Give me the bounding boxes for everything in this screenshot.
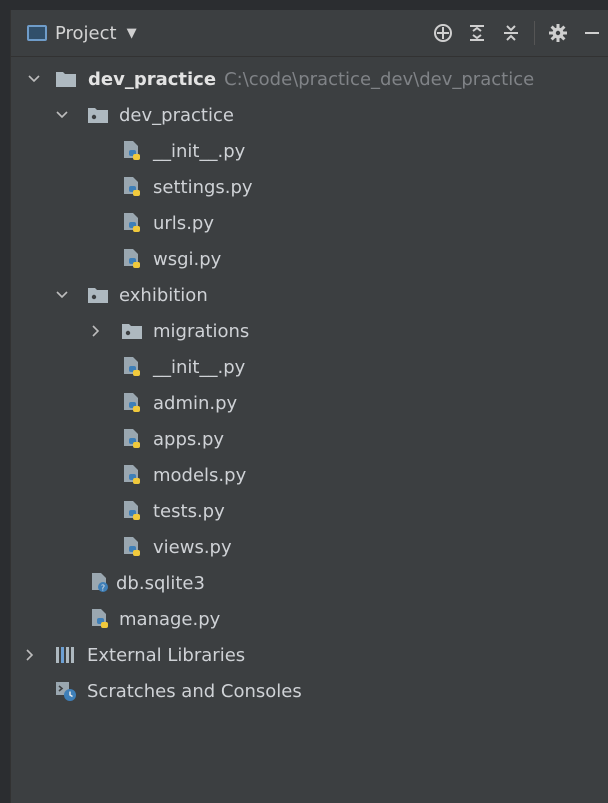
tree-row-file[interactable]: manage.py [11, 601, 608, 637]
chevron-down-icon[interactable] [55, 108, 69, 122]
tree-row-file[interactable]: settings.py [11, 169, 608, 205]
tree-row-file[interactable]: admin.py [11, 385, 608, 421]
library-icon [55, 644, 77, 666]
project-toolbar: Project ▼ [11, 10, 608, 57]
tree-item-label: manage.py [119, 608, 221, 630]
tree-item-label: views.py [153, 536, 232, 558]
python-file-icon [121, 176, 143, 198]
tree-item-label: External Libraries [87, 644, 246, 666]
tree-row-file[interactable]: ? db.sqlite3 [11, 565, 608, 601]
tree-row-file[interactable]: tests.py [11, 493, 608, 529]
collapse-all-icon [504, 25, 518, 41]
tree-row-file[interactable]: views.py [11, 529, 608, 565]
tree-row-file[interactable]: __init__.py [11, 133, 608, 169]
project-path: C:\code\practice_dev\dev_practice [224, 68, 535, 90]
project-view-selector[interactable]: Project ▼ [11, 10, 137, 56]
tree-item-label: exhibition [119, 284, 208, 306]
tree-row-file[interactable]: models.py [11, 457, 608, 493]
tree-item-label: dev_practice C:\code\practice_dev\dev_pra… [88, 68, 535, 90]
settings-button[interactable] [541, 16, 575, 50]
expand-all-button[interactable] [460, 16, 494, 50]
python-file-icon [121, 500, 143, 522]
tree-row-package[interactable]: exhibition [11, 277, 608, 313]
tree-item-label: __init__.py [153, 140, 246, 162]
package-icon [121, 320, 143, 342]
package-icon [87, 284, 109, 306]
tree-item-label: Scratches and Consoles [87, 680, 302, 702]
expand-all-icon [470, 25, 484, 41]
tree-row-scratches[interactable]: Scratches and Consoles [11, 673, 608, 709]
project-view-icon [27, 25, 47, 41]
locate-icon [434, 24, 452, 42]
tree-item-label: db.sqlite3 [116, 572, 205, 594]
toolbar-actions [426, 10, 608, 56]
chevron-right-icon[interactable] [89, 324, 103, 338]
tree-item-label: models.py [153, 464, 247, 486]
tree-item-label: apps.py [153, 428, 225, 450]
project-tool-window: Project ▼ dev_practice C:\code\practice_… [10, 10, 608, 803]
chevron-down-icon[interactable] [27, 72, 41, 86]
tree-item-label: admin.py [153, 392, 238, 414]
python-file-icon [121, 140, 143, 162]
database-file-icon: ? [89, 572, 111, 594]
tree-row-external-libraries[interactable]: External Libraries [11, 637, 608, 673]
chevron-down-icon[interactable] [55, 288, 69, 302]
tree-item-label: __init__.py [153, 356, 246, 378]
chevron-down-icon: ▼ [126, 25, 137, 41]
python-file-icon [89, 608, 111, 630]
toolbar-separator [534, 21, 535, 45]
package-icon [87, 104, 109, 126]
tree-item-label: dev_practice [119, 104, 234, 126]
python-file-icon [121, 464, 143, 486]
python-file-icon [121, 428, 143, 450]
tree-row-folder[interactable]: migrations [11, 313, 608, 349]
python-file-icon [121, 356, 143, 378]
tree-item-label: urls.py [153, 212, 214, 234]
tree-row-file[interactable]: urls.py [11, 205, 608, 241]
chevron-right-icon[interactable] [23, 648, 37, 662]
tree-row-root[interactable]: dev_practice C:\code\practice_dev\dev_pra… [11, 61, 608, 97]
tree-row-file[interactable]: __init__.py [11, 349, 608, 385]
project-view-label: Project [55, 22, 117, 44]
hide-button[interactable] [575, 16, 608, 50]
svg-text:?: ? [101, 584, 105, 593]
tree-item-label: settings.py [153, 176, 253, 198]
python-file-icon [121, 248, 143, 270]
tree-row-file[interactable]: apps.py [11, 421, 608, 457]
hide-icon [585, 32, 599, 34]
locate-button[interactable] [426, 16, 460, 50]
python-file-icon [121, 392, 143, 414]
scratches-icon [55, 680, 77, 702]
tree-row-package[interactable]: dev_practice [11, 97, 608, 133]
python-file-icon [121, 212, 143, 234]
tree-item-label: migrations [153, 320, 250, 342]
tree-item-label: tests.py [153, 500, 225, 522]
gear-icon [549, 24, 567, 42]
tree-item-label: wsgi.py [153, 248, 222, 270]
tree-row-file[interactable]: wsgi.py [11, 241, 608, 277]
folder-icon [55, 68, 77, 90]
project-tree: dev_practice C:\code\practice_dev\dev_pra… [11, 57, 608, 709]
python-file-icon [121, 536, 143, 558]
collapse-all-button[interactable] [494, 16, 528, 50]
